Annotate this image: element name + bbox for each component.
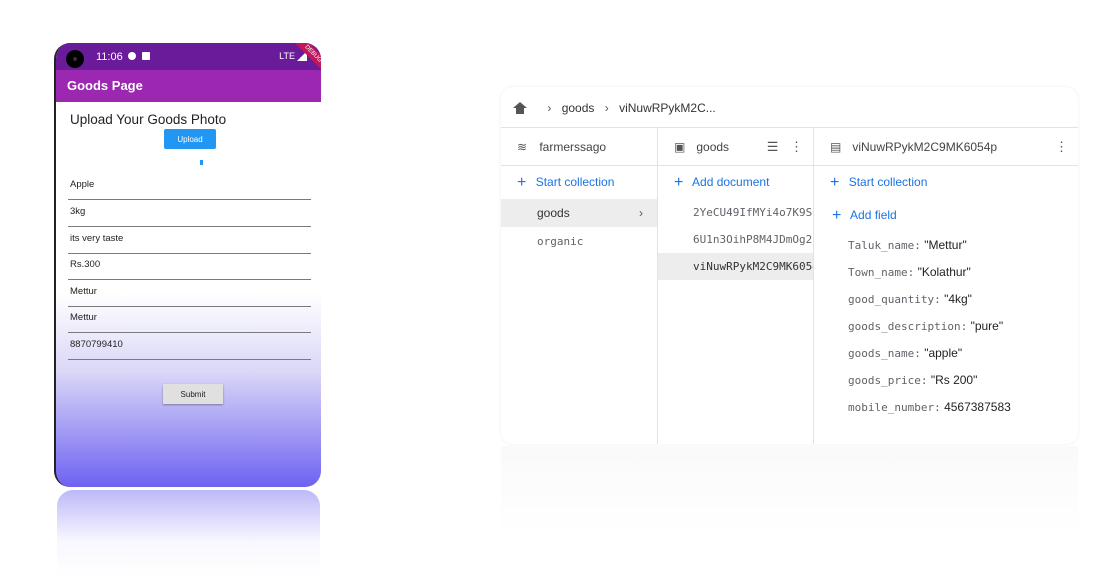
upload-button[interactable]: Upload: [164, 129, 216, 149]
field-row[interactable]: Taluk_name: "Mettur": [814, 232, 1078, 259]
collection-label: organic: [537, 235, 584, 248]
description-field[interactable]: its very taste: [68, 228, 311, 254]
document-item-selected[interactable]: viNuwRPykM2C9MK6054: [658, 253, 813, 280]
field-value: "apple": [924, 346, 963, 360]
breadcrumb-goods[interactable]: goods: [562, 101, 595, 115]
collection-item-goods[interactable]: goods ›: [501, 199, 657, 227]
documents-column-header: ▣ goods ☰ ⋮: [658, 128, 813, 166]
more-vert-icon[interactable]: ⋮: [1055, 139, 1068, 154]
collection-icon: ▣: [674, 140, 686, 154]
field-row[interactable]: goods_price: "Rs 200": [814, 367, 1078, 394]
start-collection-label: Start collection: [848, 175, 928, 189]
field-key: mobile_number:: [848, 401, 941, 414]
field-row[interactable]: good_quantity: "4kg": [814, 286, 1078, 313]
field-key: Town_name:: [848, 266, 915, 279]
notification-icon: [128, 52, 136, 60]
field-key: goods_name:: [848, 347, 921, 360]
start-subcollection-button[interactable]: + Start collection: [814, 166, 1078, 199]
document-icon: ▤: [830, 140, 842, 154]
field-row[interactable]: goods_description: "pure": [814, 313, 1078, 340]
project-name: farmerssago: [539, 140, 607, 154]
start-collection-button[interactable]: + Start collection: [501, 166, 657, 199]
taluk-field[interactable]: Mettur: [68, 281, 311, 307]
field-key: goods_description:: [848, 320, 968, 333]
mobile-number-field[interactable]: 8870799410: [68, 334, 311, 360]
quantity-field[interactable]: 3kg: [68, 201, 311, 227]
breadcrumb: › goods › viNuwRPykM2C...: [501, 87, 1078, 127]
documents-column: ▣ goods ☰ ⋮ + Add document 2YeCU49IfMYi4…: [658, 127, 814, 444]
field-key: Taluk_name:: [848, 239, 921, 252]
field-value: "pure": [970, 319, 1004, 333]
root-column: ≋ farmerssago + Start collection goods ›…: [501, 127, 658, 444]
more-vert-icon[interactable]: ⋮: [790, 139, 803, 154]
plus-icon: +: [517, 174, 527, 191]
plus-icon: +: [674, 174, 684, 191]
price-field[interactable]: Rs.300: [68, 254, 311, 280]
start-collection-label: Start collection: [535, 175, 615, 189]
sim-icon: [142, 52, 150, 60]
fields-column-header: ▤ viNuwRPykM2C9MK6054p ⋮: [814, 128, 1078, 166]
database-icon: ≋: [517, 140, 528, 154]
status-bar: 11:06 LTE DEBUG: [56, 43, 321, 74]
breadcrumb-document[interactable]: viNuwRPykM2C...: [619, 101, 716, 115]
chevron-right-icon: ›: [639, 206, 643, 220]
document-title: viNuwRPykM2C9MK6054p: [852, 140, 998, 154]
home-icon[interactable]: [513, 101, 527, 114]
network-label: LTE: [279, 51, 295, 61]
plus-icon: +: [832, 207, 842, 224]
field-value: "4kg": [944, 292, 972, 306]
field-key: goods_price:: [848, 374, 928, 387]
field-row[interactable]: mobile_number: 4567387583: [814, 394, 1078, 421]
document-item[interactable]: 2YeCU49IfMYi4o7K9S: [658, 199, 813, 226]
fields-column: ▤ viNuwRPykM2C9MK6054p ⋮ + Start collect…: [814, 127, 1078, 444]
field-value: "Rs 200": [930, 373, 978, 387]
field-row[interactable]: goods_name: "apple": [814, 340, 1078, 367]
field-row[interactable]: Town_name: "Kolathur": [814, 259, 1078, 286]
chevron-right-icon: ›: [604, 100, 609, 115]
submit-button[interactable]: Submit: [163, 384, 223, 404]
add-document-button[interactable]: + Add document: [658, 166, 813, 199]
add-document-label: Add document: [692, 175, 770, 189]
upload-progress-indicator: [200, 160, 203, 165]
field-value: "Kolathur": [917, 265, 971, 279]
collection-item-organic[interactable]: organic: [501, 227, 657, 255]
plus-icon: +: [830, 174, 840, 191]
root-column-header: ≋ farmerssago: [501, 128, 657, 166]
add-field-button[interactable]: + Add field: [814, 199, 1078, 232]
app-bar-title: Goods Page: [56, 70, 321, 102]
document-item[interactable]: 6U1n3OihP8M4JDmOg2: [658, 226, 813, 253]
goods-name-field[interactable]: Apple: [68, 174, 311, 200]
camera-cutout: [66, 50, 84, 68]
field-value: "Mettur": [924, 238, 967, 252]
firestore-panel: › goods › viNuwRPykM2C... ≋ farmerssago …: [501, 87, 1078, 444]
status-time: 11:06: [96, 51, 123, 63]
collection-label: goods: [537, 206, 570, 220]
upload-title: Upload Your Goods Photo: [70, 112, 227, 127]
chevron-right-icon: ›: [547, 100, 552, 115]
panel-reflection: [501, 446, 1078, 536]
add-field-label: Add field: [850, 208, 897, 222]
phone-reflection: [57, 490, 320, 576]
field-value: 4567387583: [944, 400, 1011, 414]
filter-icon[interactable]: ☰: [767, 139, 779, 154]
town-field[interactable]: Mettur: [68, 307, 311, 333]
field-key: good_quantity:: [848, 293, 941, 306]
collection-title: goods: [696, 140, 730, 154]
phone-screen: 11:06 LTE DEBUG Goods Page Upload Your G…: [54, 43, 321, 487]
